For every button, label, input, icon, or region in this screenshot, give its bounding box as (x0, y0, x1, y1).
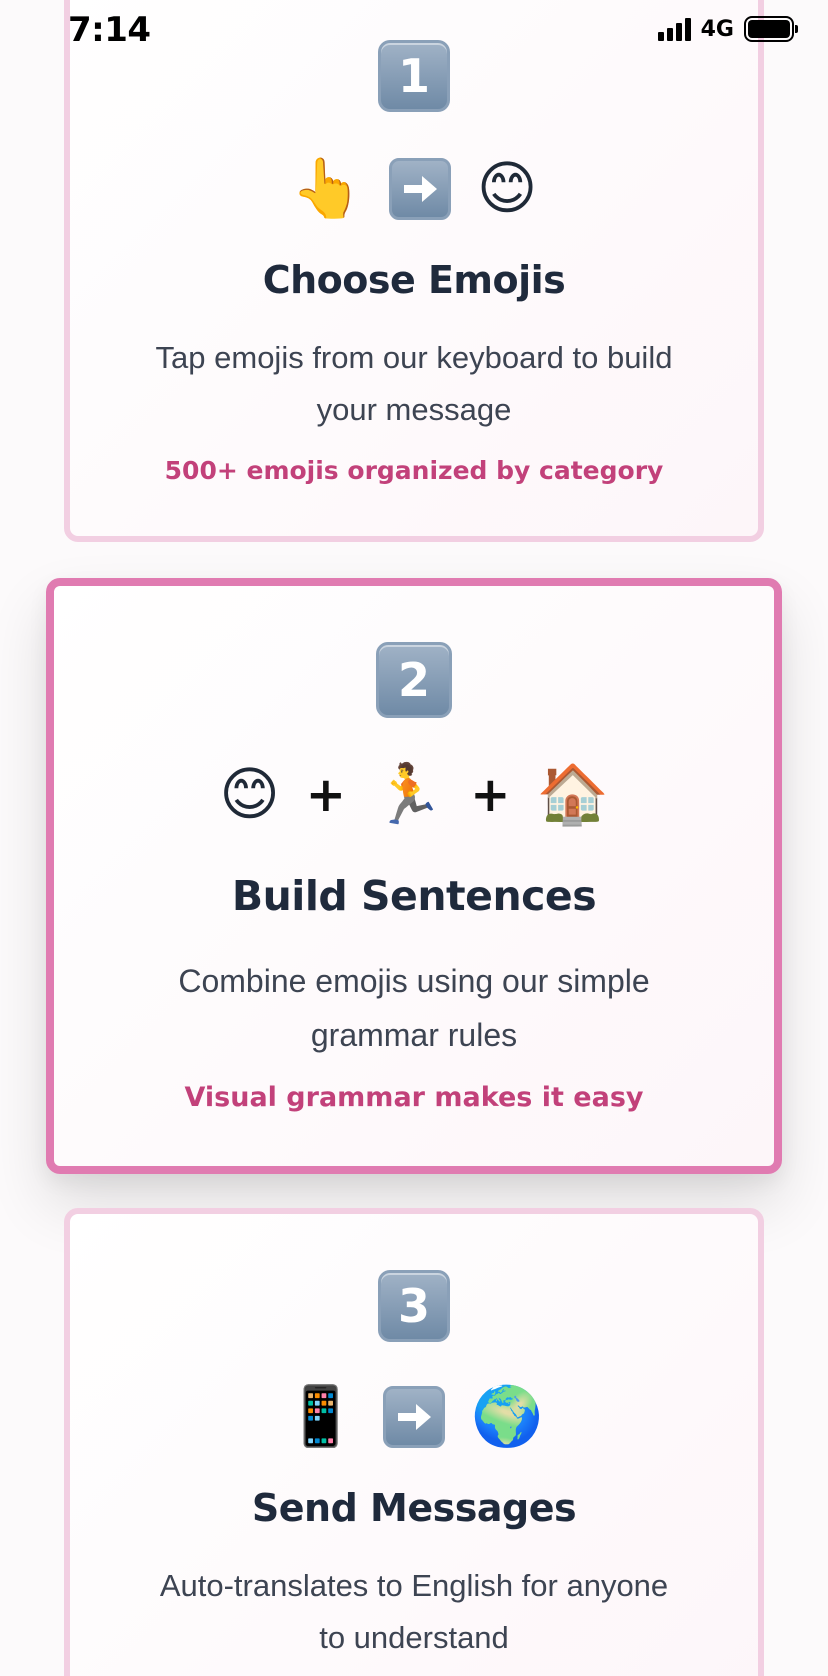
step-description-line: Combine emojis using our simple (178, 963, 650, 999)
step-title: Choose Emojis (262, 258, 566, 302)
step-description-line: Tap emojis from our keyboard to build (155, 340, 673, 375)
step-card-2[interactable]: 2 😊 + 🏃 + 🏠 Build Sentences Combine emoj… (46, 578, 782, 1174)
mobile-phone-emoji: 📱 (284, 1384, 357, 1449)
step-card-3[interactable]: 3 📱 🌍 Send Messages Auto-translates to E… (64, 1208, 764, 1676)
network-type: 4G (700, 16, 734, 42)
house-emoji: 🏠 (536, 762, 609, 827)
step-title: Build Sentences (231, 872, 597, 920)
step-number-badge: 2 (376, 642, 452, 718)
step-description-line: your message (316, 392, 512, 427)
plus-sign: + (470, 767, 511, 823)
step-description: Auto-translates to English for anyone to… (110, 1560, 718, 1664)
step-description-line: Auto-translates to English for anyone (159, 1568, 669, 1603)
step-description: Tap emojis from our keyboard to build yo… (110, 332, 718, 436)
plus-sign: + (305, 767, 347, 823)
pointing-finger-emoji: 👆 (290, 156, 363, 221)
step-note: Visual grammar makes it easy (184, 1082, 644, 1113)
smiling-face-emoji: 😊 (219, 762, 280, 827)
step-description-line: grammar rules (310, 1017, 518, 1053)
step-note: 500+ emojis organized by category (164, 456, 664, 485)
step-emoji-row: 📱 🌍 (70, 1386, 758, 1448)
step-description-line: to understand (319, 1620, 509, 1655)
running-person-emoji: 🏃 (372, 762, 445, 827)
battery-icon (744, 16, 798, 42)
step-emoji-row: 😊 + 🏃 + 🏠 (54, 766, 774, 824)
status-indicators: 4G (657, 16, 798, 42)
status-bar: 7:14 4G (0, 0, 828, 60)
step-description: Combine emojis using our simple grammar … (94, 954, 734, 1062)
step-number-badge: 3 (378, 1270, 450, 1342)
arrow-right-icon (383, 1386, 445, 1448)
signal-strength-icon (657, 17, 691, 41)
step-card-1[interactable]: 1 👆 😊 Choose Emojis Tap emojis from our … (64, 0, 764, 542)
globe-emoji: 🌍 (471, 1384, 544, 1449)
arrow-right-icon (388, 158, 451, 220)
step-title: Send Messages (251, 1486, 577, 1530)
step-emoji-row: 👆 😊 (70, 158, 758, 220)
status-time: 7:14 (68, 10, 151, 50)
smiling-face-emoji: 😊 (476, 156, 538, 221)
